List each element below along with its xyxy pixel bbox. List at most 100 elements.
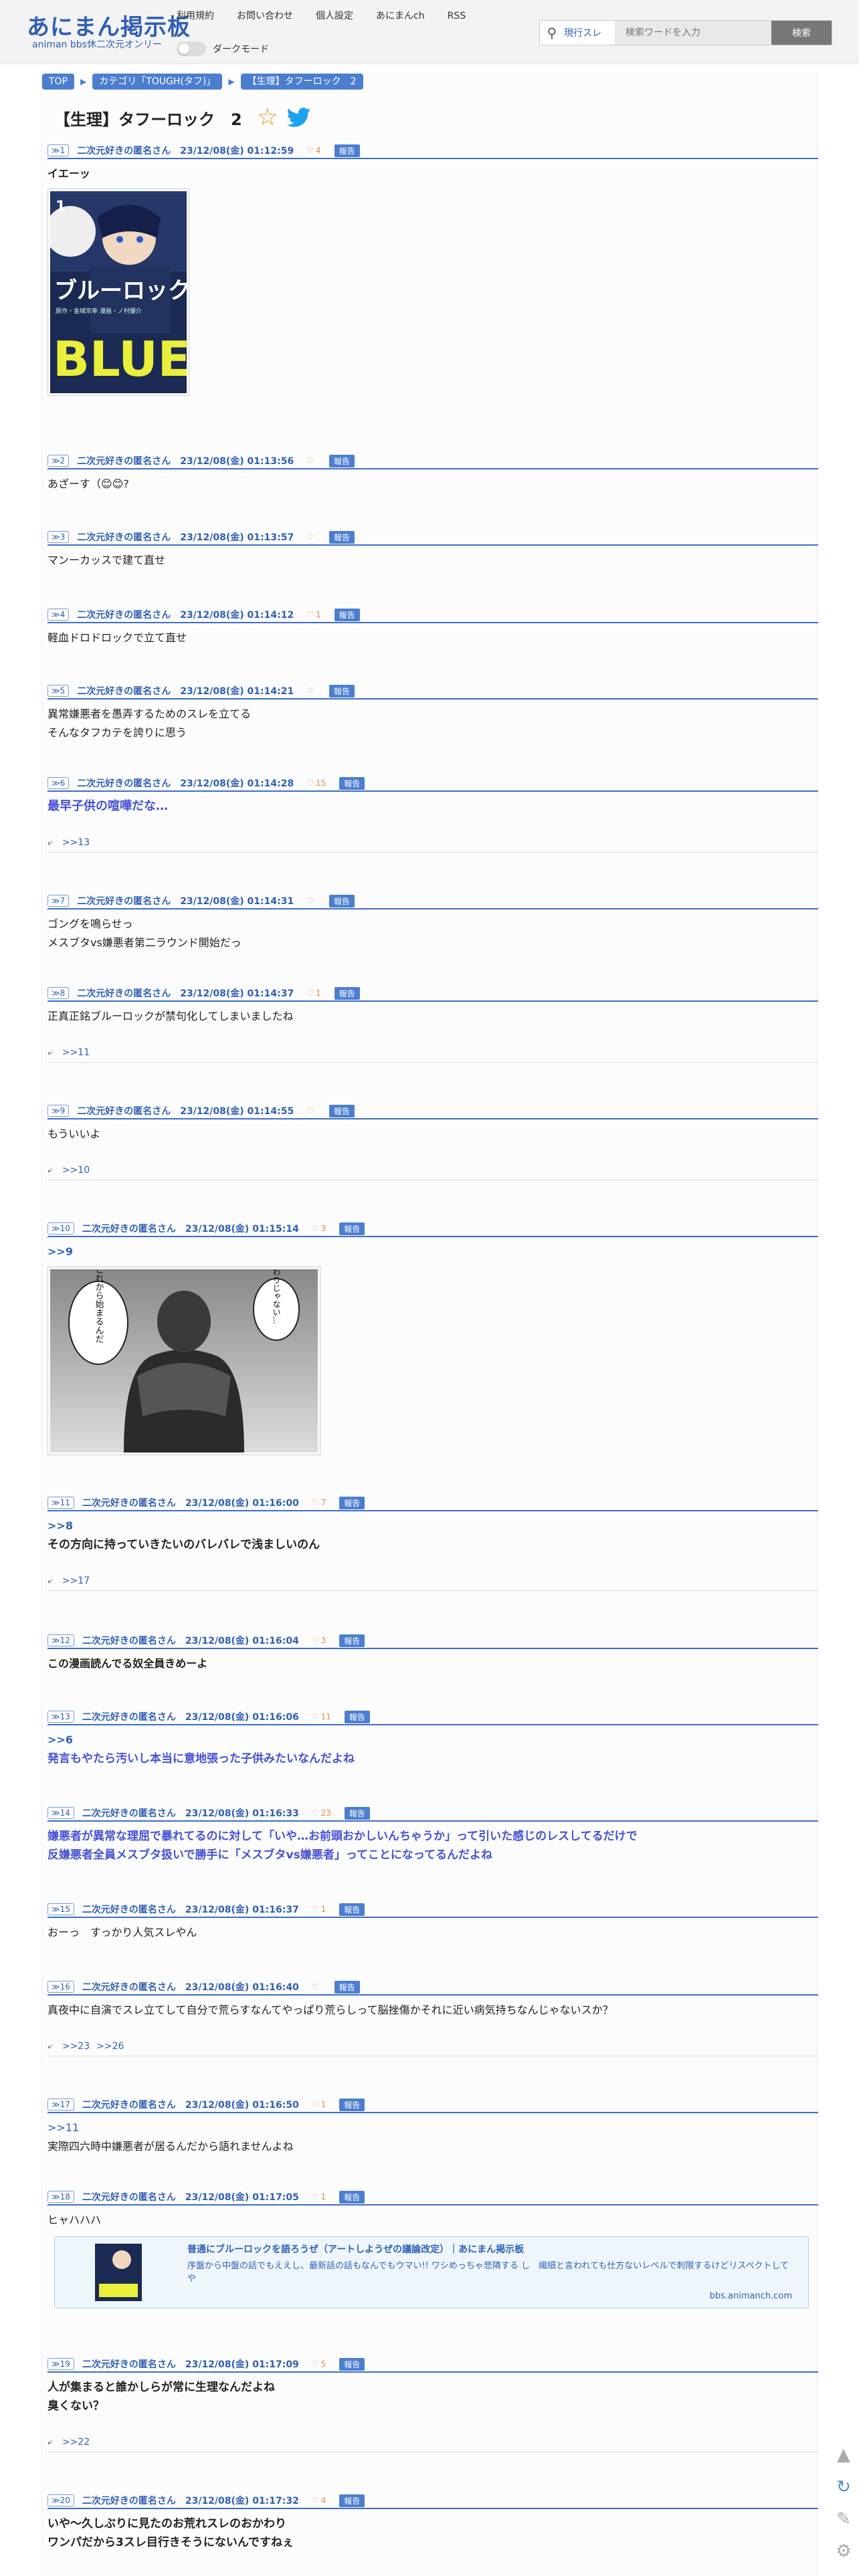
like-button[interactable]: ♡ xyxy=(304,455,316,466)
like-button[interactable]: ♡ 11 xyxy=(310,1711,331,1722)
report-button[interactable]: 報告 xyxy=(334,986,360,1000)
post-date: 23/12/08(金) 01:12:59 xyxy=(180,146,294,156)
post-number-link[interactable]: ≫15 xyxy=(47,1903,74,1915)
report-button[interactable]: 報告 xyxy=(328,894,355,907)
site-logo[interactable]: あにまん掲示板 animan bbs休二次元オンリー xyxy=(27,16,191,51)
like-button[interactable]: ♡ 1 xyxy=(304,988,320,998)
scroll-top-icon[interactable]: ▲ xyxy=(832,2444,855,2466)
post-number-link[interactable]: ≫10 xyxy=(47,1222,74,1235)
like-button[interactable]: ♡ xyxy=(304,895,316,906)
post-number-link[interactable]: ≫3 xyxy=(47,531,70,543)
anchor-link[interactable]: >>9 xyxy=(47,1243,818,1261)
reply-link[interactable]: >>23 xyxy=(62,2041,90,2052)
report-button[interactable]: 報告 xyxy=(339,1222,365,1235)
like-button[interactable]: ♡ 23 xyxy=(310,1808,331,1818)
twitter-share-icon[interactable] xyxy=(286,108,312,128)
report-button[interactable]: 報告 xyxy=(339,776,365,790)
post-date: 23/12/08(金) 01:17:05 xyxy=(185,2192,299,2203)
post-number-link[interactable]: ≫9 xyxy=(47,1105,70,1117)
post-text: あざーす（😊😊? xyxy=(47,477,129,490)
report-button[interactable]: 報告 xyxy=(334,1980,360,1994)
like-button[interactable]: ♡ 4 xyxy=(310,2495,326,2506)
post-number-link[interactable]: ≫8 xyxy=(47,987,70,999)
report-button[interactable]: 報告 xyxy=(344,1710,370,1723)
reply-link[interactable]: >>26 xyxy=(96,2041,124,2052)
post-number-link[interactable]: ≫20 xyxy=(47,2494,74,2506)
report-button[interactable]: 報告 xyxy=(339,2357,365,2371)
reload-icon[interactable]: ↻ xyxy=(832,2476,855,2498)
reply-link[interactable]: >>13 xyxy=(62,837,90,848)
like-button[interactable]: ♡ 1 xyxy=(310,2191,326,2202)
nav-rss-link[interactable]: RSS xyxy=(448,9,466,23)
breadcrumb-top[interactable]: TOP xyxy=(42,74,75,90)
reply-link[interactable]: >>11 xyxy=(62,1047,90,1058)
search-button[interactable]: 検索 xyxy=(771,21,832,45)
post-number-link[interactable]: ≫11 xyxy=(47,1497,74,1509)
gear-icon[interactable]: ⚙ xyxy=(832,2540,855,2563)
anchor-link[interactable]: >>6 xyxy=(47,1731,818,1749)
anchor-link[interactable]: >>11 xyxy=(47,2119,818,2137)
report-button[interactable]: 報告 xyxy=(339,2098,365,2111)
like-button[interactable]: ♡ xyxy=(304,1105,316,1116)
search-input[interactable] xyxy=(615,21,771,45)
report-button[interactable]: 報告 xyxy=(328,530,355,544)
nav-animanch-link[interactable]: あにまんch xyxy=(376,9,425,23)
post-image-manga-panel[interactable]: これから始まるんだ 終わりじゃない… xyxy=(47,1259,320,1455)
report-button[interactable]: 報告 xyxy=(339,1634,365,1647)
reply-link[interactable]: >>22 xyxy=(62,2437,90,2448)
like-button[interactable]: ♡ 3 xyxy=(310,1635,326,1646)
like-button[interactable]: ♡ 3 xyxy=(310,1223,326,1234)
nav-contact-link[interactable]: お問い合わせ xyxy=(237,9,293,23)
search-scope-select[interactable]: 現行スレ xyxy=(564,21,615,45)
report-button[interactable]: 報告 xyxy=(328,1104,355,1117)
post-number-link[interactable]: ≫6 xyxy=(47,777,70,789)
like-button[interactable]: ♡ xyxy=(310,1981,321,1992)
reply-link[interactable]: >>10 xyxy=(62,1165,90,1176)
like-button[interactable]: ♡ 1 xyxy=(304,609,320,620)
post-number-link[interactable]: ≫2 xyxy=(47,455,70,467)
report-button[interactable]: 報告 xyxy=(328,684,355,697)
breadcrumb-category[interactable]: カテゴリ「TOUGH(タフ)」 xyxy=(92,74,223,90)
post-number-link[interactable]: ≫16 xyxy=(47,1981,74,1993)
like-button[interactable]: ♡ 5 xyxy=(310,2359,326,2369)
like-button[interactable]: ♡ xyxy=(304,685,316,696)
post-number-link[interactable]: ≫5 xyxy=(47,685,70,697)
report-button[interactable]: 報告 xyxy=(334,608,360,621)
breadcrumb-thread[interactable]: 【生理】タフーロック 2 xyxy=(240,74,363,90)
report-button[interactable]: 報告 xyxy=(339,2190,365,2204)
reply-link[interactable]: >>17 xyxy=(62,1576,90,1586)
like-button[interactable]: ♡ 15 xyxy=(304,778,326,788)
anchor-link[interactable]: >>8 xyxy=(47,1517,818,1535)
like-count: 4 xyxy=(320,2496,326,2505)
write-icon[interactable]: ✎ xyxy=(832,2508,855,2531)
like-button[interactable]: ♡ 4 xyxy=(304,145,320,156)
like-button[interactable]: ♡ xyxy=(304,532,316,542)
nav-settings-link[interactable]: 個人設定 xyxy=(316,9,353,23)
link-preview-card[interactable]: 普通にブルーロックを語ろうぜ（アートしようぜの議論改定）｜あにまん掲示板 序盤か… xyxy=(54,2236,809,2309)
post-number-link[interactable]: ≫4 xyxy=(47,609,70,621)
report-button[interactable]: 報告 xyxy=(328,454,355,467)
report-button[interactable]: 報告 xyxy=(339,1496,365,1509)
report-button[interactable]: 報告 xyxy=(344,1806,370,1820)
post-number-link[interactable]: ≫14 xyxy=(47,1807,74,1819)
post-text: 発言もやたら汚いし本当に意地張った子供みたいなんだよね xyxy=(47,1752,355,1765)
like-button[interactable]: ♡ 1 xyxy=(310,2099,326,2110)
post-number-link[interactable]: ≫19 xyxy=(47,2358,74,2370)
post-number-link[interactable]: ≫1 xyxy=(47,144,70,156)
post-image-bluelock-cover[interactable]: 1 ブルーロック 原作・金城宗幸 漫画・ノ村優介 BLUE xyxy=(45,189,191,396)
report-button[interactable]: 報告 xyxy=(334,144,360,157)
like-button[interactable]: ♡ 7 xyxy=(310,1497,326,1508)
report-button[interactable]: 報告 xyxy=(339,2494,365,2507)
report-button[interactable]: 報告 xyxy=(339,1903,365,1916)
post-number-link[interactable]: ≫17 xyxy=(47,2099,74,2111)
post-number-link[interactable]: ≫13 xyxy=(47,1711,74,1723)
like-button[interactable]: ♡ 1 xyxy=(310,1904,326,1915)
post-18: ≫18 二次元好きの匿名さん 23/12/08(金) 01:17:05 ♡ 1 報… xyxy=(47,2189,818,2309)
post-date: 23/12/08(金) 01:14:12 xyxy=(180,610,294,621)
nav-terms-link[interactable]: 利用規約 xyxy=(177,9,214,23)
favorite-star-icon[interactable]: ☆ xyxy=(257,106,278,130)
post-number-link[interactable]: ≫7 xyxy=(47,895,70,907)
post-number-link[interactable]: ≫12 xyxy=(47,1634,74,1646)
dark-mode-toggle[interactable] xyxy=(177,41,206,56)
post-number-link[interactable]: ≫18 xyxy=(47,2191,74,2203)
